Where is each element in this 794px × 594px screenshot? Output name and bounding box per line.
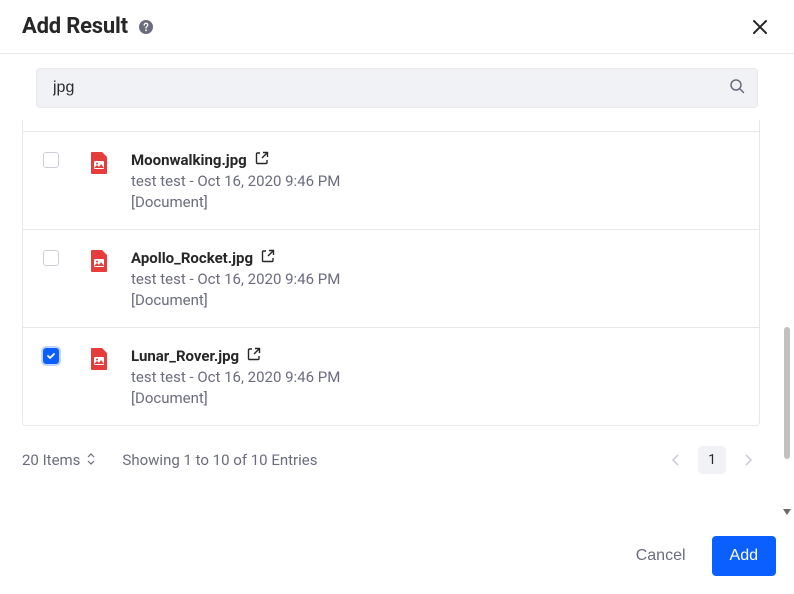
scroll-viewport: test test - Oct 16, 2020 9:46 PM [Docume…	[0, 120, 782, 517]
row-checkbox[interactable]	[43, 348, 59, 364]
scroll-down-icon[interactable]	[782, 507, 792, 517]
checkbox-col	[35, 150, 67, 168]
row-subline: test test - Oct 16, 2020 9:46 PM	[131, 270, 737, 288]
external-link-icon[interactable]	[247, 346, 261, 365]
items-per-page[interactable]: 20 Items	[22, 451, 96, 469]
list-item: Lunar_Rover.jpg test test - Oct 16, 2020…	[23, 327, 759, 425]
external-link-icon[interactable]	[255, 150, 269, 169]
row-checkbox[interactable]	[43, 250, 59, 266]
page-controls: 1	[664, 446, 760, 474]
image-file-icon	[90, 250, 108, 272]
prev-page-icon[interactable]	[664, 448, 688, 472]
checkbox-col	[35, 248, 67, 266]
row-filename: Lunar_Rover.jpg	[131, 347, 239, 365]
row-checkbox[interactable]	[43, 152, 59, 168]
page-number[interactable]: 1	[698, 446, 726, 474]
row-doctype: [Document]	[131, 389, 737, 407]
pagination-bar: 20 Items Showing 1 to 10 of 10 Entries 1	[0, 426, 782, 482]
result-list: test test - Oct 16, 2020 9:46 PM [Docume…	[22, 120, 760, 426]
modal-body: test test - Oct 16, 2020 9:46 PM [Docume…	[0, 120, 794, 517]
modal-title: Add Result	[22, 14, 128, 39]
modal-footer: Cancel Add	[0, 517, 794, 594]
row-name-line: Moonwalking.jpg	[131, 150, 737, 169]
items-label: 20 Items	[22, 451, 80, 469]
row-filename: Moonwalking.jpg	[131, 151, 247, 169]
thumb-col	[85, 346, 113, 370]
scroll-thumb[interactable]	[784, 327, 790, 459]
row-name-line: Apollo_Rocket.jpg	[131, 248, 737, 267]
row-doctype: [Document]	[131, 193, 737, 211]
add-result-modal: Add Result	[0, 0, 794, 594]
sort-icon	[86, 451, 96, 469]
row-meta: Lunar_Rover.jpg test test - Oct 16, 2020…	[131, 346, 737, 407]
help-icon[interactable]	[138, 19, 154, 35]
row-subline: test test - Oct 16, 2020 9:46 PM	[131, 368, 737, 386]
cancel-button[interactable]: Cancel	[618, 536, 704, 576]
search-field[interactable]	[36, 68, 758, 108]
image-file-icon	[90, 348, 108, 370]
search-icon[interactable]	[729, 78, 745, 98]
modal-header: Add Result	[0, 0, 794, 54]
list-item: Apollo_Rocket.jpg test test - Oct 16, 20…	[23, 229, 759, 327]
list-item: Moonwalking.jpg test test - Oct 16, 2020…	[23, 131, 759, 229]
image-file-icon	[90, 152, 108, 174]
search-input[interactable]	[53, 79, 729, 97]
search-wrap	[0, 54, 794, 120]
header-left: Add Result	[22, 14, 154, 39]
row-doctype: [Document]	[131, 291, 737, 309]
add-button[interactable]: Add	[712, 536, 776, 576]
showing-label: Showing 1 to 10 of 10 Entries	[96, 451, 664, 469]
close-icon[interactable]	[748, 15, 772, 39]
thumb-col	[85, 248, 113, 272]
row-name-line: Lunar_Rover.jpg	[131, 346, 737, 365]
next-page-icon[interactable]	[736, 448, 760, 472]
external-link-icon[interactable]	[261, 248, 275, 267]
checkbox-col	[35, 346, 67, 364]
row-subline: test test - Oct 16, 2020 9:46 PM	[131, 172, 737, 190]
row-meta: Moonwalking.jpg test test - Oct 16, 2020…	[131, 150, 737, 211]
scrollbar[interactable]	[782, 120, 792, 517]
row-filename: Apollo_Rocket.jpg	[131, 249, 253, 267]
list-item: test test - Oct 16, 2020 9:46 PM [Docume…	[23, 120, 759, 131]
row-meta: Apollo_Rocket.jpg test test - Oct 16, 20…	[131, 248, 737, 309]
thumb-col	[85, 150, 113, 174]
